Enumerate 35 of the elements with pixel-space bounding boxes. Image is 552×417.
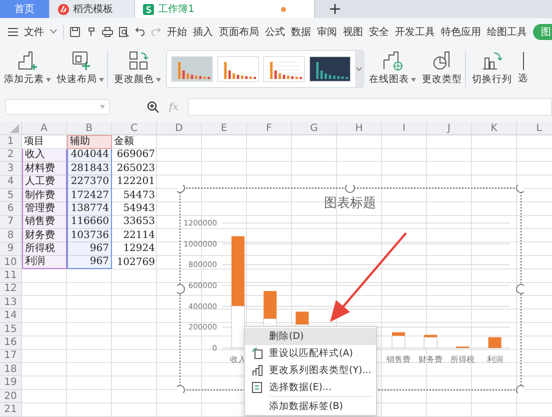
table-cell: 281843 bbox=[67, 162, 112, 176]
table-cell: 138774 bbox=[67, 202, 112, 216]
table-cell: 103736 bbox=[67, 229, 112, 243]
table-cell: 管理费 bbox=[22, 202, 67, 216]
table-cell: 227370 bbox=[67, 176, 112, 189]
table-cell: 404044 bbox=[67, 148, 112, 162]
axis-category-label: 所得税 bbox=[450, 355, 475, 364]
table-cell: 967 bbox=[67, 256, 112, 270]
axis-category-label: 销售费 bbox=[386, 355, 410, 364]
table-cell: 967 bbox=[67, 242, 112, 256]
chart-title: 图表标题 bbox=[324, 196, 376, 211]
table-cell: 所得税 bbox=[22, 242, 67, 256]
table-cell-text: 669067 bbox=[116, 148, 156, 162]
table-cell: 制作费 bbox=[22, 188, 67, 202]
table-cell: 利润 bbox=[22, 256, 67, 270]
table-cell: 收入 bbox=[22, 148, 67, 162]
table-cell: 辅助 bbox=[67, 135, 112, 149]
table-cell-text: 102769 bbox=[116, 256, 156, 270]
table-cell-text: 项目 bbox=[23, 135, 45, 148]
table-cell: 财务费 bbox=[22, 229, 67, 243]
table-cell-text: 33653 bbox=[122, 216, 156, 230]
table-cell-text: 54473 bbox=[122, 188, 156, 202]
table-cell-text: 265023 bbox=[116, 162, 156, 176]
axis-category-label: 利润 bbox=[486, 355, 503, 364]
table-cell: 172427 bbox=[67, 188, 112, 202]
table-cell: 材料费 bbox=[22, 162, 67, 176]
axis-category-label: 财务费 bbox=[418, 355, 443, 364]
table-cell-text: 22114 bbox=[122, 229, 156, 243]
table-cell: 116660 bbox=[67, 216, 112, 230]
table-cell-text: 54943 bbox=[122, 202, 156, 216]
table-cell-text: 12924 bbox=[122, 242, 156, 256]
table-cell-text: 122201 bbox=[116, 176, 156, 189]
table-cell: 销售费 bbox=[22, 216, 67, 230]
table-cell: 人工费 bbox=[22, 176, 67, 189]
table-cell-text: 金额 bbox=[113, 135, 135, 149]
